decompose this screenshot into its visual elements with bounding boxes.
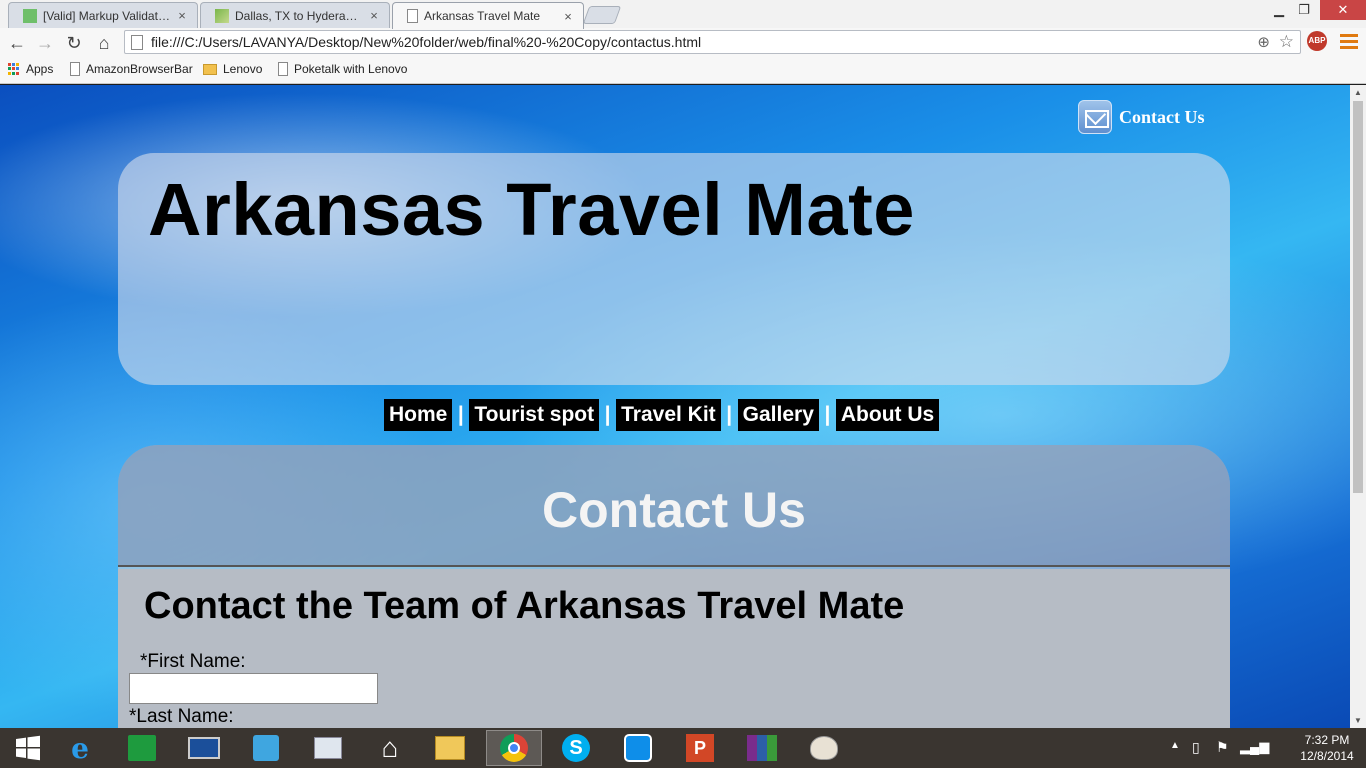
clock-date: 12/8/2014 bbox=[1300, 749, 1354, 763]
first-name-field[interactable] bbox=[129, 673, 378, 704]
lenovo-icon[interactable] bbox=[176, 730, 232, 766]
address-bar[interactable]: file:///C:/Users/LAVANYA/Desktop/New%20f… bbox=[124, 30, 1301, 54]
nav-separator: | bbox=[824, 403, 831, 426]
bookmark-apps[interactable]: Apps bbox=[8, 62, 53, 76]
close-icon[interactable]: × bbox=[367, 8, 381, 23]
powerpoint-icon[interactable]: P bbox=[672, 730, 728, 766]
window-close-icon[interactable]: ✕ bbox=[1320, 0, 1366, 20]
url-text: file:///C:/Users/LAVANYA/Desktop/New%20f… bbox=[151, 34, 702, 50]
bookmark-label: AmazonBrowserBar bbox=[86, 62, 193, 76]
paint-icon[interactable] bbox=[796, 730, 852, 766]
close-icon[interactable]: × bbox=[561, 9, 575, 24]
page-heading: Contact Us bbox=[542, 482, 806, 538]
device-icon[interactable]: ▯ bbox=[1192, 739, 1200, 768]
header-banner: Arkansas Travel Mate bbox=[118, 153, 1230, 385]
last-name-label: *Last Name: bbox=[129, 706, 234, 727]
site-title: Arkansas Travel Mate bbox=[148, 168, 915, 251]
winrar-icon[interactable] bbox=[734, 730, 790, 766]
scroll-down-icon[interactable]: ▼ bbox=[1354, 716, 1362, 725]
tab-arkansas-travel-mate[interactable]: Arkansas Travel Mate × bbox=[392, 2, 584, 29]
nav-travel-kit[interactable]: Travel Kit bbox=[616, 399, 721, 431]
tab-dallas-hyderabad[interactable]: Dallas, TX to Hyderabad, I × bbox=[200, 2, 390, 28]
reload-icon[interactable]: ↻ bbox=[62, 31, 86, 55]
bookmark-label: Lenovo bbox=[223, 62, 263, 76]
back-icon[interactable]: ← bbox=[5, 31, 29, 55]
scrollbar-thumb[interactable] bbox=[1353, 101, 1363, 493]
bookmark-amazonbrowserbar[interactable]: AmazonBrowserBar bbox=[70, 62, 193, 76]
tab-markup-validation[interactable]: [Valid] Markup Validation × bbox=[8, 2, 198, 28]
section-heading: Contact the Team of Arkansas Travel Mate bbox=[144, 585, 905, 627]
tab-title: Dallas, TX to Hyderabad, I bbox=[235, 8, 363, 23]
new-tab-button[interactable] bbox=[582, 6, 622, 24]
skype-icon[interactable]: S bbox=[548, 730, 604, 766]
chrome-menu-icon[interactable] bbox=[1340, 34, 1358, 50]
browser-toolbar: ← → ↻ ⌂ file:///C:/Users/LAVANYA/Desktop… bbox=[0, 28, 1366, 57]
scroll-up-icon[interactable]: ▲ bbox=[1354, 88, 1362, 97]
nav-about-us[interactable]: About Us bbox=[835, 399, 940, 431]
bookmark-star-icon[interactable]: ☆ bbox=[1279, 32, 1294, 52]
show-hidden-icons[interactable]: ▲ bbox=[1170, 740, 1180, 768]
zoom-icon[interactable]: ⊕ bbox=[1257, 33, 1270, 51]
clock-time: 7:32 PM bbox=[1304, 733, 1350, 747]
apps-grid-icon bbox=[8, 63, 20, 75]
bookmark-label: Apps bbox=[26, 62, 54, 76]
folder-icon bbox=[203, 63, 217, 75]
performance-monitor-icon[interactable] bbox=[300, 730, 356, 766]
nav-separator: | bbox=[604, 403, 611, 426]
home-icon[interactable]: ⌂ bbox=[92, 31, 116, 55]
tab-title: Arkansas Travel Mate bbox=[424, 9, 541, 23]
bookmarks-bar: Apps AmazonBrowserBar Lenovo Poketalk wi… bbox=[0, 57, 1366, 84]
windows-taskbar: e ⌂ S P ▲ ▯ ⚑ ▂▄▆ 🔈︎ 7:32 PM 12/8/2014 bbox=[0, 728, 1366, 768]
store-icon[interactable] bbox=[114, 730, 170, 766]
windows-start-icon[interactable] bbox=[0, 730, 56, 766]
teamviewer-icon[interactable] bbox=[610, 730, 666, 766]
page-icon bbox=[131, 34, 143, 50]
nav-separator: | bbox=[726, 403, 733, 426]
tab-title: [Valid] Markup Validation bbox=[43, 8, 171, 23]
bookmark-label: Poketalk with Lenovo bbox=[294, 62, 408, 76]
close-icon[interactable]: × bbox=[175, 8, 189, 23]
map-favicon-icon bbox=[215, 8, 229, 23]
nav-tourist-spot[interactable]: Tourist spot bbox=[469, 399, 600, 431]
nav-separator: | bbox=[457, 403, 464, 426]
contact-form-section: Contact the Team of Arkansas Travel Mate… bbox=[118, 569, 1230, 728]
minimize-icon[interactable]: ▁ bbox=[1268, 0, 1290, 20]
validation-favicon-icon bbox=[23, 8, 37, 23]
tab-strip: [Valid] Markup Validation × Dallas, TX t… bbox=[0, 0, 1366, 29]
volume-icon[interactable]: 🔈︎ bbox=[1264, 739, 1272, 768]
contact-us-link-label: Contact Us bbox=[1119, 106, 1205, 127]
system-clock[interactable]: 7:32 PM 12/8/2014 bbox=[1296, 732, 1358, 764]
forward-icon[interactable]: → bbox=[33, 31, 57, 55]
mail-icon bbox=[1078, 100, 1112, 134]
page-scrollbar[interactable]: ▲ ▼ bbox=[1350, 85, 1366, 728]
content-panel: Contact Us Contact the Team of Arkansas … bbox=[118, 445, 1230, 728]
nav-home[interactable]: Home bbox=[384, 399, 453, 431]
restore-icon[interactable]: ❐ bbox=[1292, 0, 1316, 20]
adblock-plus-icon[interactable]: ABP bbox=[1307, 31, 1327, 51]
first-name-label: *First Name: bbox=[140, 651, 246, 672]
nav-gallery[interactable]: Gallery bbox=[737, 399, 819, 431]
page-icon bbox=[70, 62, 80, 76]
action-center-flag-icon[interactable]: ⚑ bbox=[1216, 739, 1229, 768]
internet-explorer-icon[interactable]: e bbox=[52, 730, 108, 766]
store-bag-icon[interactable] bbox=[238, 730, 294, 766]
contact-us-link[interactable]: Contact Us bbox=[1078, 100, 1205, 134]
page-viewport: Contact Us Arkansas Travel Mate Home | T… bbox=[0, 85, 1350, 728]
bookmark-poketalk[interactable]: Poketalk with Lenovo bbox=[278, 62, 407, 76]
home-icon[interactable]: ⌂ bbox=[362, 730, 418, 766]
bookmark-lenovo[interactable]: Lenovo bbox=[203, 62, 262, 76]
file-explorer-icon[interactable] bbox=[422, 730, 478, 766]
page-icon bbox=[278, 62, 288, 76]
main-nav: Home | Tourist spot | Travel Kit | Galle… bbox=[384, 399, 940, 431]
page-icon bbox=[407, 9, 418, 23]
chrome-icon[interactable] bbox=[486, 730, 542, 766]
